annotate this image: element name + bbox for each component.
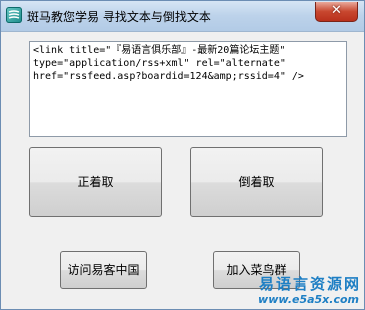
forward-extract-button[interactable]: 正着取 — [29, 147, 162, 217]
window-title: 斑马教您学易 寻找文本与倒找文本 — [27, 10, 211, 24]
zebra-logo-icon — [6, 7, 22, 23]
backward-extract-label: 倒着取 — [238, 175, 275, 189]
watermark-site-name: 易语言资源网 — [258, 275, 361, 293]
close-icon: ✕ — [331, 3, 342, 18]
visit-site-button[interactable]: 访问易客中国 — [60, 251, 147, 289]
text-editbox[interactable]: <link title="『易语言俱乐部』-最新20篇论坛主题" type="a… — [29, 41, 347, 137]
watermark-url: www.e5a5x.com — [258, 293, 359, 306]
visit-site-label: 访问易客中国 — [67, 263, 140, 277]
main-window: 斑马教您学易 寻找文本与倒找文本 ✕ <link title="『易语言俱乐部』… — [0, 0, 365, 310]
backward-extract-button[interactable]: 倒着取 — [190, 147, 323, 217]
title-bar[interactable]: 斑马教您学易 寻找文本与倒找文本 ✕ — [1, 1, 364, 32]
close-button[interactable]: ✕ — [315, 2, 358, 22]
forward-extract-label: 正着取 — [77, 175, 114, 189]
watermark: 易语言资源网 www.e5a5x.com — [251, 273, 363, 309]
